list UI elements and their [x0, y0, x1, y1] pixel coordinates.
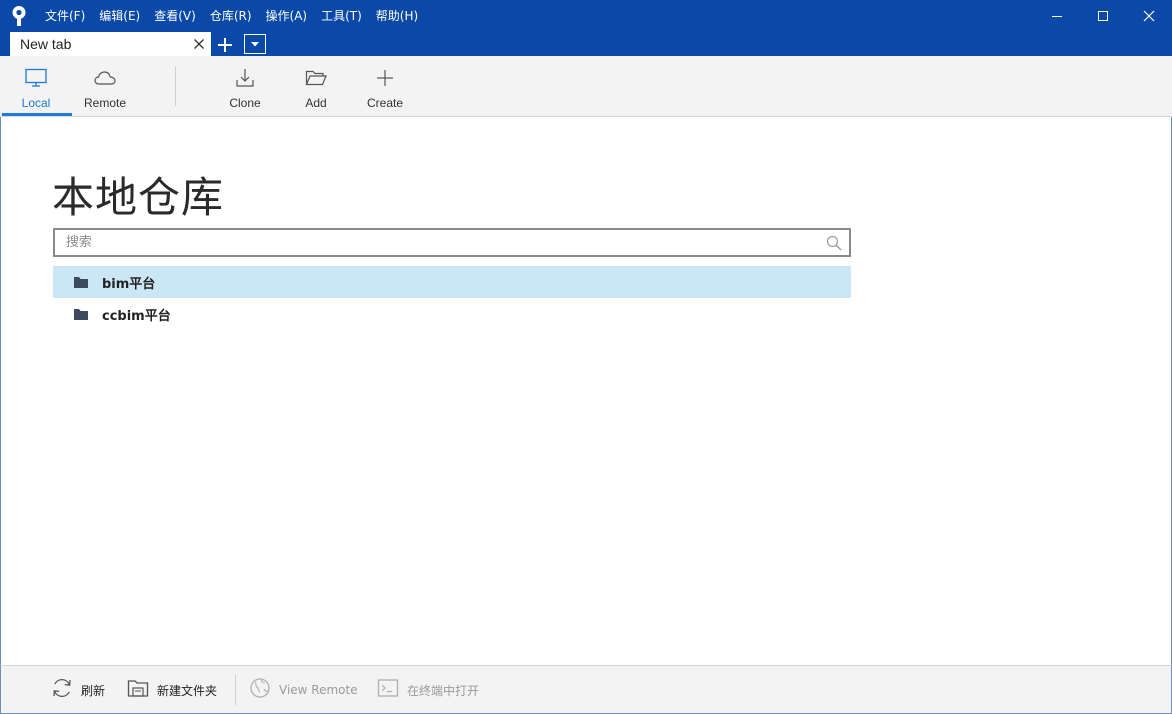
clone-button[interactable]: Clone — [220, 56, 270, 116]
add-button[interactable]: Add — [291, 56, 341, 116]
local-label: Local — [21, 96, 51, 110]
close-icon — [194, 39, 204, 49]
chevron-down-icon — [251, 42, 259, 47]
view-remote-button[interactable]: View Remote — [249, 666, 358, 714]
download-icon — [235, 66, 255, 90]
plus-icon — [376, 66, 394, 90]
create-button[interactable]: Create — [360, 56, 410, 116]
title-bar: 文件(F) 编辑(E) 查看(V) 仓库(R) 操作(A) 工具(T) 帮助(H… — [0, 0, 1172, 32]
bottom-bar: 刷新 新建文件夹 View Remote 在终端中打开 — [0, 665, 1172, 714]
tab-list-dropdown-button[interactable] — [244, 34, 266, 54]
toolbar: Local Remote Clone Add Create — [0, 56, 1172, 117]
list-item[interactable]: bim平台 — [53, 266, 851, 298]
monitor-icon — [25, 66, 47, 90]
repo-name: bim平台 — [102, 276, 156, 292]
repo-name: ccbim平台 — [102, 308, 171, 324]
window-controls — [1034, 0, 1172, 32]
close-icon — [1143, 10, 1155, 22]
folder-icon — [74, 305, 88, 324]
maximize-button[interactable] — [1080, 0, 1126, 32]
folder-open-icon — [305, 66, 327, 90]
tab-strip: New tab — [0, 32, 1172, 56]
active-tab-indicator — [2, 113, 72, 116]
page-title: 本地仓库 — [52, 173, 225, 222]
new-folder-button[interactable]: 新建文件夹 — [127, 666, 217, 714]
refresh-label: 刷新 — [81, 683, 106, 698]
list-item[interactable]: ccbim平台 — [53, 298, 851, 330]
search-icon[interactable] — [819, 230, 849, 255]
tab-label: New tab — [20, 36, 72, 52]
terminal-icon — [377, 678, 399, 702]
globe-icon — [249, 677, 271, 703]
tab-close-button[interactable] — [187, 32, 211, 56]
new-folder-label: 新建文件夹 — [157, 683, 218, 698]
bottom-divider — [235, 675, 236, 705]
main-content: 本地仓库 bim平台 ccbim平台 — [0, 117, 1172, 665]
folder-icon — [74, 273, 88, 292]
menu-bar: 文件(F) 编辑(E) 查看(V) 仓库(R) 操作(A) 工具(T) 帮助(H… — [38, 0, 425, 32]
menu-repository[interactable]: 仓库(R) — [203, 0, 259, 32]
create-label: Create — [366, 96, 404, 110]
menu-view[interactable]: 查看(V) — [147, 0, 203, 32]
search-box — [53, 228, 851, 257]
maximize-icon — [1098, 11, 1108, 21]
refresh-icon — [51, 677, 73, 703]
remote-tab-button[interactable]: Remote — [75, 56, 135, 116]
menu-actions[interactable]: 操作(A) — [259, 0, 315, 32]
menu-help[interactable]: 帮助(H) — [369, 0, 425, 32]
plus-icon — [218, 38, 232, 52]
open-in-terminal-button[interactable]: 在终端中打开 — [377, 666, 479, 714]
menu-tools[interactable]: 工具(T) — [314, 0, 369, 32]
local-tab-button[interactable]: Local — [1, 56, 72, 116]
minimize-button[interactable] — [1034, 0, 1080, 32]
add-label: Add — [305, 96, 327, 110]
clone-label: Clone — [229, 96, 261, 110]
search-input[interactable] — [55, 230, 819, 255]
remote-label: Remote — [83, 96, 127, 110]
repository-list: bim平台 ccbim平台 — [53, 266, 851, 330]
tab-new-tab[interactable]: New tab — [10, 32, 211, 56]
minimize-icon — [1052, 16, 1062, 17]
menu-edit[interactable]: 编辑(E) — [92, 0, 147, 32]
toolbar-divider — [175, 66, 176, 106]
new-tab-button[interactable] — [214, 34, 236, 56]
new-folder-icon — [127, 678, 149, 702]
close-window-button[interactable] — [1126, 0, 1172, 32]
refresh-button[interactable]: 刷新 — [51, 666, 105, 714]
open-in-terminal-label: 在终端中打开 — [407, 683, 480, 698]
view-remote-label: View Remote — [279, 683, 358, 697]
sourcetree-logo-icon[interactable] — [0, 0, 38, 32]
cloud-icon — [94, 66, 116, 90]
menu-file[interactable]: 文件(F) — [38, 0, 92, 32]
